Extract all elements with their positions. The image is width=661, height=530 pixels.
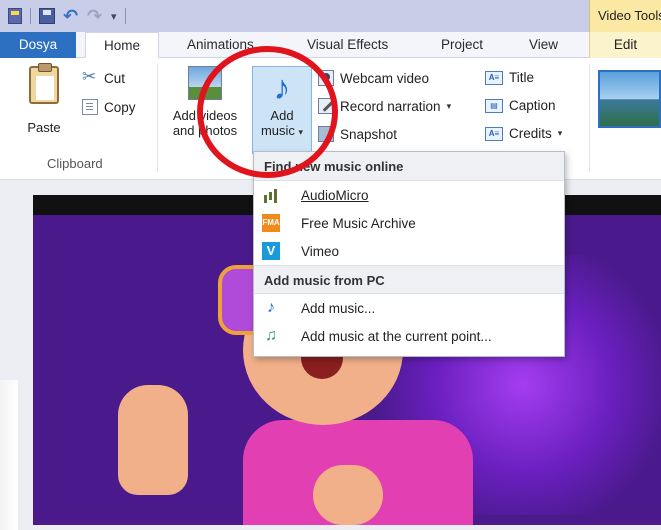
video-tools-context-label: Video Tools <box>589 0 661 32</box>
webcam-label: Webcam video <box>340 70 430 86</box>
online-music-header: Find new music online <box>254 152 564 181</box>
snapshot-button[interactable]: Snapshot <box>318 126 397 142</box>
audiomicro-icon <box>262 186 280 204</box>
copy-label: Copy <box>104 99 136 115</box>
ribbon-tabs: Dosya Home Animations Visual Effects Pro… <box>0 32 661 59</box>
scissors-icon <box>82 67 98 87</box>
paste-label: Paste <box>27 120 61 135</box>
photo-icon <box>188 66 222 100</box>
add-music-label-1: Add <box>270 108 294 123</box>
menu-item-label: Add music at the current point... <box>301 328 492 344</box>
fma-icon: FMA <box>262 214 280 232</box>
customize-qat-icon[interactable]: ▾ <box>111 10 117 23</box>
quick-access-toolbar: ↶ ↷ ▾ <box>0 0 661 32</box>
separator <box>30 8 31 24</box>
music-add-icon: ♫ <box>265 327 277 344</box>
vimeo-icon: V <box>262 242 280 260</box>
webcam-video-button[interactable]: Webcam video <box>318 70 429 86</box>
tab-animations[interactable]: Animations <box>187 32 254 58</box>
tab-view[interactable]: View <box>529 32 558 58</box>
app-icon[interactable] <box>8 8 22 24</box>
title-button[interactable]: A≡ Title <box>485 70 534 85</box>
webcam-icon <box>318 70 334 86</box>
chevron-down-icon: ▾ <box>298 127 304 137</box>
cut-label: Cut <box>104 70 126 86</box>
redo-icon[interactable]: ↷ <box>87 7 103 25</box>
cut-button[interactable]: Cut <box>82 67 126 87</box>
tab-edit[interactable]: Edit <box>589 32 661 58</box>
add-music-label-2: music <box>260 123 295 138</box>
undo-icon[interactable]: ↶ <box>63 7 79 25</box>
tab-visual-effects[interactable]: Visual Effects <box>307 32 388 58</box>
title-icon: A≡ <box>485 70 503 85</box>
menu-item-add-music[interactable]: ♪ Add music... <box>254 294 564 322</box>
video-hand <box>313 465 383 525</box>
theme-thumbnail[interactable] <box>598 70 661 128</box>
record-narration-label: Record narration <box>340 98 441 114</box>
copy-button[interactable]: Copy <box>82 99 136 115</box>
credits-label: Credits <box>509 126 552 141</box>
snapshot-icon <box>318 126 334 142</box>
add-music-dropdown: Find new music online AudioMicro FMA Fre… <box>253 151 565 357</box>
menu-item-add-music-current-point[interactable]: ♫ Add music at the current point... <box>254 322 564 350</box>
add-videos-photos-button[interactable]: Add videos and photos <box>164 66 246 138</box>
menu-item-audiomicro[interactable]: AudioMicro <box>254 181 564 209</box>
microphone-icon <box>318 98 334 114</box>
caption-icon: ▤ <box>485 98 503 113</box>
add-videos-label-2: and photos <box>172 123 238 138</box>
save-icon[interactable] <box>39 8 55 24</box>
chevron-down-icon: ▾ <box>557 128 563 138</box>
menu-item-label: AudioMicro <box>301 187 369 203</box>
add-videos-label-1: Add videos <box>172 108 238 123</box>
title-label: Title <box>509 70 535 85</box>
menu-item-label: Free Music Archive <box>301 215 416 231</box>
tab-project[interactable]: Project <box>441 32 483 58</box>
tab-file[interactable]: Dosya <box>0 32 76 58</box>
menu-item-vimeo[interactable]: V Vimeo <box>254 237 564 265</box>
copy-icon <box>82 99 98 115</box>
music-note-icon: ♪ <box>273 69 291 107</box>
caption-label: Caption <box>509 98 556 113</box>
group-separator <box>157 64 158 172</box>
snapshot-label: Snapshot <box>340 126 398 142</box>
caption-button[interactable]: ▤ Caption <box>485 98 556 113</box>
menu-item-label: Add music... <box>301 300 376 316</box>
credits-button[interactable]: A≡ Credits ▾ <box>485 126 562 141</box>
credits-icon: A≡ <box>485 126 503 141</box>
music-note-icon: ♪ <box>267 299 275 316</box>
clipboard-icon <box>29 63 59 104</box>
menu-item-free-music-archive[interactable]: FMA Free Music Archive <box>254 209 564 237</box>
menu-item-label: Vimeo <box>301 243 340 259</box>
record-narration-button[interactable]: Record narration ▾ <box>318 98 451 114</box>
pc-music-header: Add music from PC <box>254 265 564 294</box>
left-edge <box>0 380 18 530</box>
chevron-down-icon: ▾ <box>446 100 452 111</box>
paste-button[interactable]: Paste <box>22 63 66 135</box>
group-separator <box>589 64 590 172</box>
add-music-button[interactable]: ♪ Add music ▾ <box>252 66 312 154</box>
video-hand <box>118 385 188 495</box>
tab-home[interactable]: Home <box>85 32 159 59</box>
separator <box>124 8 126 24</box>
clipboard-group-label: Clipboard <box>47 156 103 171</box>
